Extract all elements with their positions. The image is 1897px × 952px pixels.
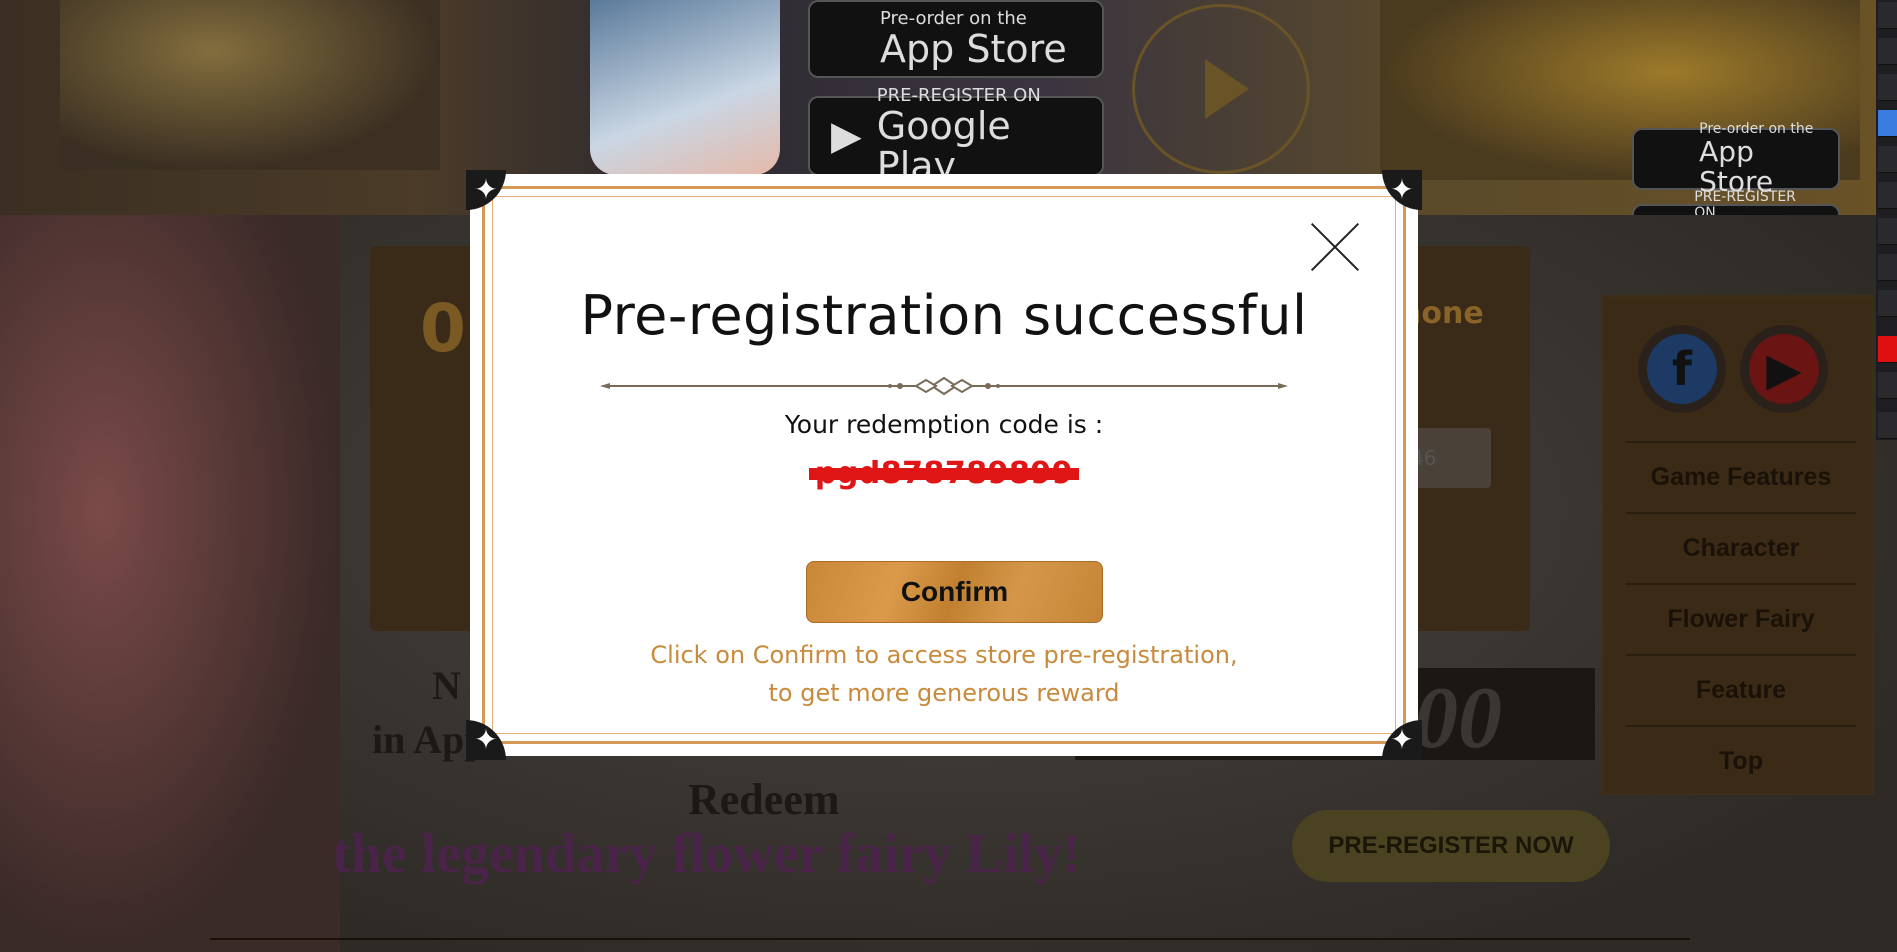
corner-ornament-icon	[1382, 720, 1422, 760]
modal-title: Pre-registration successful	[580, 284, 1308, 347]
corner-ornament-icon	[466, 170, 506, 210]
redemption-code-label: Your redemption code is :	[784, 410, 1104, 439]
confirm-hint: Click on Confirm to access store pre-reg…	[470, 636, 1418, 712]
confirm-button[interactable]: Confirm	[806, 561, 1103, 623]
corner-ornament-icon	[466, 720, 506, 760]
pre-registration-modal: Pre-registration successful Your redempt…	[466, 170, 1422, 760]
confirm-hint-line-1: Click on Confirm to access store pre-reg…	[650, 641, 1238, 669]
title-divider-ornament	[600, 376, 1288, 396]
corner-ornament-icon	[1382, 170, 1422, 210]
close-icon[interactable]	[1308, 220, 1362, 274]
redemption-code-value: pgd878789899	[470, 456, 1418, 491]
redemption-code-text: pgd878789899	[808, 456, 1080, 491]
confirm-hint-line-2: to get more generous reward	[768, 679, 1120, 707]
